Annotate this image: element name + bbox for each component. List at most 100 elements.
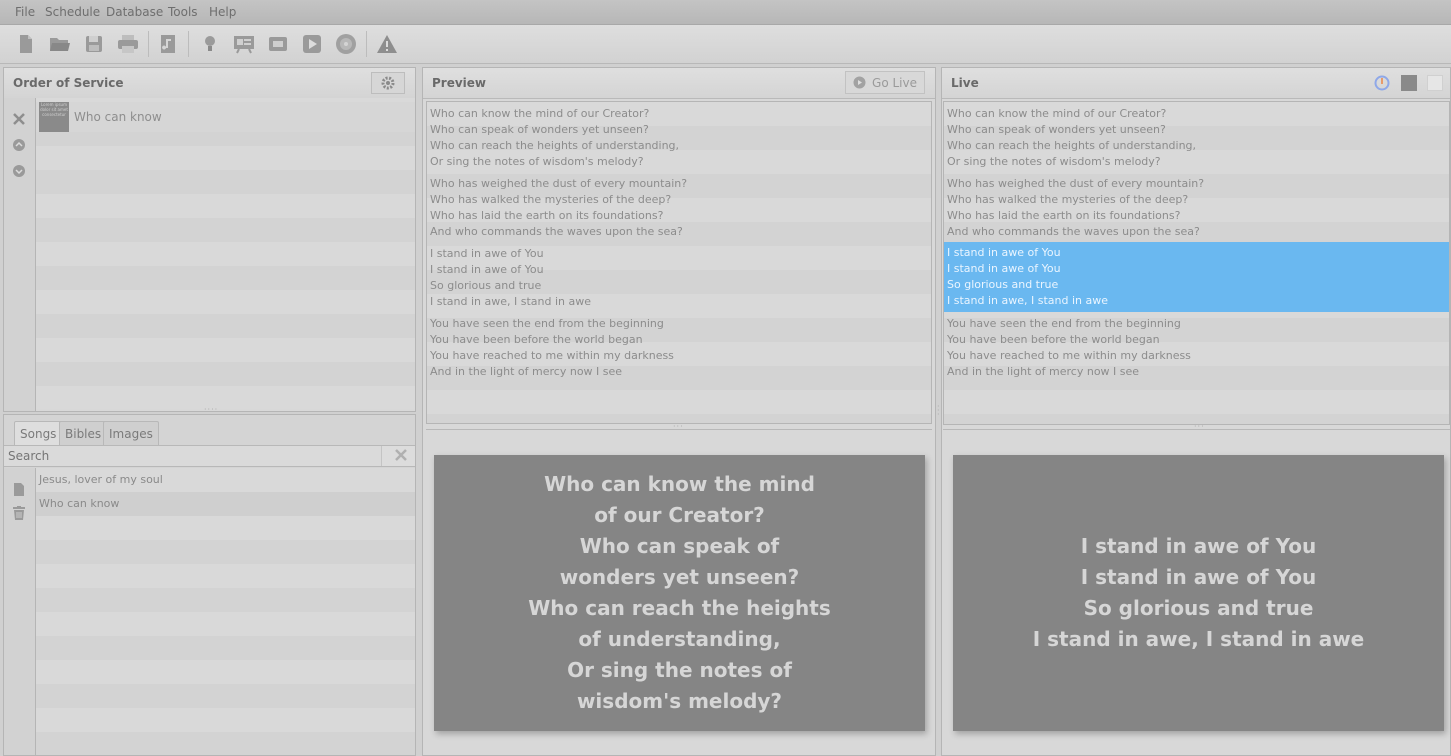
tab-songs[interactable]: Songs <box>14 421 63 445</box>
verse-line: Who can know the mind of our Creator? <box>430 107 650 120</box>
verse-line: Or sing the notes of wisdom's melody? <box>947 155 1161 168</box>
preview-verse[interactable]: Who has weighed the dust of every mounta… <box>427 172 931 242</box>
verse-line: Who has weighed the dust of every mounta… <box>947 177 1205 190</box>
verse-line: Who can speak of wonders yet unseen? <box>947 123 1166 136</box>
live-verse[interactable]: Who has weighed the dust of every mounta… <box>944 172 1449 242</box>
move-up-icon[interactable] <box>12 138 26 155</box>
live-verse[interactable]: Who can know the mind of our Creator? Who… <box>944 102 1449 172</box>
verse-line: You have seen the end from the beginning <box>947 317 1181 330</box>
preview-verse[interactable]: You have seen the end from the beginning… <box>427 312 931 382</box>
order-gutter <box>4 98 36 411</box>
gear-icon <box>381 76 395 90</box>
menu-file[interactable]: File <box>15 5 35 19</box>
song-list-item[interactable]: Who can know <box>36 492 415 516</box>
play-circle-icon <box>853 76 866 89</box>
verse-line: I stand in awe of You <box>430 263 544 276</box>
verse-line: Who has walked the mysteries of the deep… <box>430 193 672 206</box>
verse-line: So glorious and true <box>947 278 1059 291</box>
verse-line: You have seen the end from the beginning <box>430 317 664 330</box>
verse-line: I stand in awe, I stand in awe <box>947 294 1109 307</box>
verse-line: Who has laid the earth on its foundation… <box>430 209 664 222</box>
menu-schedule[interactable]: Schedule <box>45 5 100 19</box>
verse-line: Who can reach the heights of understandi… <box>947 139 1197 152</box>
notice-icon[interactable] <box>198 32 222 56</box>
order-of-service-title: Order of Service <box>13 76 124 90</box>
presentation-icon[interactable] <box>232 32 256 56</box>
verse-line: And in the light of mercy now I see <box>430 365 623 378</box>
verse-line: Or sing the notes of wisdom's melody? <box>430 155 644 168</box>
open-schedule-icon[interactable] <box>48 32 72 56</box>
preview-verse[interactable]: Who can know the mind of our Creator? Who… <box>427 102 931 172</box>
preview-verse[interactable]: I stand in awe of You I stand in awe of Y… <box>427 242 931 312</box>
search-bar <box>4 445 415 467</box>
verse-line: And in the light of mercy now I see <box>947 365 1140 378</box>
verse-line: Who has laid the earth on its foundation… <box>947 209 1181 222</box>
tab-bibles[interactable]: Bibles <box>59 421 108 445</box>
logo-toggle-icon[interactable] <box>1374 75 1390 94</box>
toolbar <box>0 25 1451 64</box>
video-icon[interactable] <box>266 32 290 56</box>
print-icon[interactable] <box>116 32 140 56</box>
order-list: Lorem ipsum dolor sit amet consectetur W… <box>36 98 415 409</box>
order-item-label: Who can know <box>74 110 162 124</box>
add-song-icon[interactable] <box>156 32 180 56</box>
verse-line: You have reached to me within my darknes… <box>430 349 674 362</box>
verse-line: You have reached to me within my darknes… <box>947 349 1191 362</box>
verse-line: You have been before the world began <box>430 333 643 346</box>
live-screen: I stand in awe of You I stand in awe of … <box>953 455 1444 731</box>
verse-line: Who has walked the mysteries of the deep… <box>947 193 1189 206</box>
preview-lyrics-list: Who can know the mind of our Creator? Who… <box>426 101 932 424</box>
verse-line: You have been before the world began <box>947 333 1160 346</box>
order-of-service-header: Order of Service <box>4 68 415 99</box>
live-divider <box>943 429 1450 430</box>
go-live-label: Go Live <box>872 75 917 90</box>
menu-database[interactable]: Database <box>106 5 163 19</box>
black-screen-icon[interactable] <box>1401 75 1417 91</box>
toolbar-separator <box>366 31 367 57</box>
verse-line: So glorious and true <box>430 279 542 292</box>
order-of-service-panel: Order of Service Lorem ipsum dolor sit a… <box>3 67 416 414</box>
splitter-handle[interactable]: ···· <box>204 405 218 414</box>
tab-images[interactable]: Images <box>103 421 159 445</box>
live-verse[interactable]: I stand in awe of You I stand in awe of Y… <box>944 242 1449 312</box>
verse-line: Who has weighed the dust of every mounta… <box>430 177 688 190</box>
search-input[interactable] <box>4 446 382 466</box>
library-panel: Songs Bibles Images Jesus, lover of my s… <box>3 414 416 756</box>
toolbar-separator <box>148 31 149 57</box>
verse-line: I stand in awe of You <box>947 246 1061 259</box>
live-header: Live <box>942 68 1450 99</box>
verse-line: I stand in awe of You <box>430 247 544 260</box>
splitter-handle[interactable]: ··· <box>937 403 940 419</box>
song-list-item[interactable]: Jesus, lover of my soul <box>36 468 415 492</box>
dvd-icon[interactable] <box>334 32 358 56</box>
clear-screen-icon[interactable] <box>1427 75 1443 91</box>
live-screen-text: I stand in awe of You I stand in awe of … <box>1032 534 1365 651</box>
clear-search-icon[interactable] <box>395 449 407 464</box>
order-item-thumbnail: Lorem ipsum dolor sit amet consectetur <box>39 102 69 132</box>
settings-button[interactable] <box>371 72 405 94</box>
delete-song-icon[interactable] <box>13 506 25 524</box>
play-icon[interactable] <box>300 32 324 56</box>
toolbar-separator <box>188 31 189 57</box>
warning-icon[interactable] <box>375 32 399 56</box>
order-item[interactable]: Lorem ipsum dolor sit amet consectetur W… <box>36 102 415 132</box>
new-schedule-icon[interactable] <box>14 32 38 56</box>
menu-bar: File Schedule Database Tools Help <box>0 0 1451 25</box>
preview-title: Preview <box>432 76 487 90</box>
verse-line: And who commands the waves upon the sea? <box>947 225 1200 238</box>
go-live-button[interactable]: Go Live <box>845 71 925 94</box>
live-verse[interactable]: You have seen the end from the beginning… <box>944 312 1449 382</box>
preview-screen: Who can know the mind of our Creator? Wh… <box>434 455 925 731</box>
remove-item-icon[interactable] <box>12 112 26 129</box>
live-panel: Live Who can know the mind of our Creato… <box>941 67 1451 756</box>
preview-panel: Preview Go Live Who can know the mind of… <box>422 67 936 756</box>
menu-tools[interactable]: Tools <box>168 5 198 19</box>
new-song-icon[interactable] <box>13 482 25 500</box>
preview-header: Preview Go Live <box>423 68 935 99</box>
menu-help[interactable]: Help <box>209 5 236 19</box>
move-down-icon[interactable] <box>12 164 26 181</box>
verse-line: Who can know the mind of our Creator? <box>947 107 1167 120</box>
preview-divider <box>426 429 932 430</box>
verse-line: I stand in awe of You <box>947 262 1061 275</box>
save-schedule-icon[interactable] <box>82 32 106 56</box>
